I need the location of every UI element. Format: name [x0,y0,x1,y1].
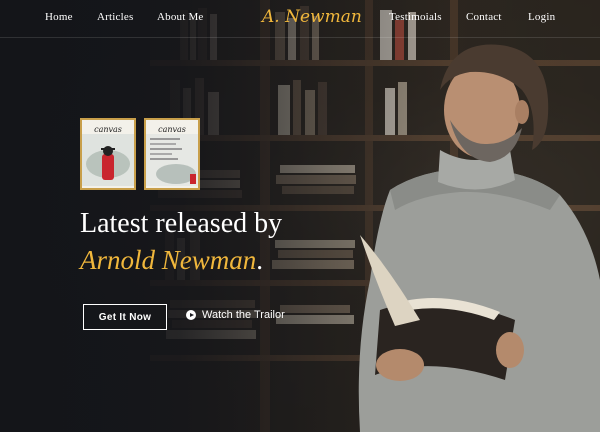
author-name: Arnold Newman [80,245,257,275]
watch-trailer-label: Watch the Trailor [202,309,285,321]
cover-illustration-icon [82,134,134,186]
hero-section: Home Articles About Me A. Newman Testimo… [0,0,600,432]
nav-articles[interactable]: Articles [97,11,133,23]
author-photo [358,44,600,432]
nav-login[interactable]: Login [528,11,555,23]
headline-line-1: Latest released by [80,208,283,239]
get-it-now-button[interactable]: Get It Now [83,304,167,330]
watch-trailer-link[interactable]: Watch the Trailor [186,309,285,321]
headline-period: . [256,245,264,275]
play-icon [186,310,196,320]
nav-contact[interactable]: Contact [466,11,502,23]
cover-text-icon [146,134,198,186]
nav-testimonials[interactable]: Testimoials [389,11,442,23]
nav-about-me[interactable]: About Me [157,11,204,23]
site-logo[interactable]: A. Newman [262,7,362,27]
nav-home[interactable]: Home [45,11,73,23]
book-cover-title: canvas [158,125,186,134]
hero-headline: Latest released by Arnold Newman. [80,206,282,278]
book-cover-title: canvas [94,125,122,134]
top-navigation: Home Articles About Me A. Newman Testimo… [0,0,600,38]
book-cover-1[interactable]: canvas [80,118,136,190]
book-cover-2[interactable]: canvas [144,118,200,190]
headline-author: Arnold Newman. [80,242,282,278]
